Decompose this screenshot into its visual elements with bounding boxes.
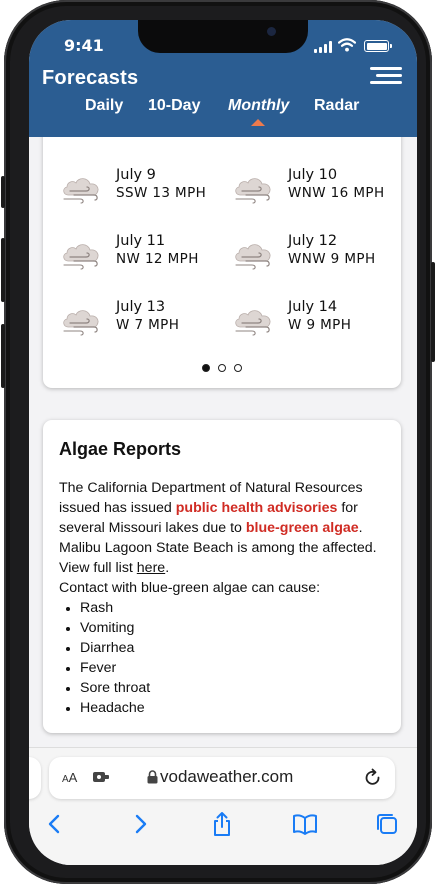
- back-arrow-icon[interactable]: [41, 810, 69, 838]
- windy-cloud-icon: [63, 310, 99, 336]
- text-size-small-a: A: [62, 774, 69, 785]
- address-bar[interactable]: AA vodaweather.com: [49, 757, 395, 799]
- carousel-pagination: [202, 364, 246, 374]
- algae-title: Algae Reports: [59, 439, 182, 459]
- forecast-day: July 13 W 7 MPH: [60, 299, 232, 343]
- forecast-date: July 9: [116, 167, 156, 183]
- text-size-large-a: A: [68, 770, 78, 785]
- forecast-wind: WNW 9 MPH: [288, 251, 376, 267]
- tabs-icon[interactable]: [373, 810, 401, 838]
- forecast-date: July 10: [288, 167, 338, 183]
- cellular-signal-icon: [314, 41, 332, 53]
- forecast-wind: W 9 MPH: [288, 317, 352, 333]
- forecast-wind: NW 12 MPH: [116, 251, 199, 267]
- wifi-icon: [338, 38, 356, 52]
- forecast-day: July 10 WNW 16 MPH: [232, 167, 404, 211]
- text-size-button[interactable]: AA: [62, 770, 77, 785]
- algae-reports-card: Algae Reports The California Department …: [43, 420, 401, 733]
- browser-toolbar: AA vodaweather.com: [29, 747, 417, 865]
- share-icon[interactable]: [208, 810, 236, 838]
- list-item: Vomiting: [59, 618, 389, 638]
- scroll-content[interactable]: July 9 SSW 13 MPH July 10 WNW 16 MPH Jul…: [29, 137, 417, 747]
- advisory-highlight: public health advisories: [175, 500, 338, 516]
- forecast-wind: SSW 13 MPH: [116, 185, 207, 201]
- status-time: 9:41: [64, 36, 104, 55]
- phone-screen: 9:41 Forecasts Daily 10-Day Monthly Rada…: [29, 20, 417, 865]
- front-camera: [267, 27, 276, 36]
- forecast-day: July 11 NW 12 MPH: [60, 233, 232, 277]
- list-item: Sore throat: [59, 678, 389, 698]
- algae-description: The California Department of Natural Res…: [59, 478, 389, 718]
- previous-tab-peek[interactable]: [29, 757, 41, 799]
- phone-frame: 9:41 Forecasts Daily 10-Day Monthly Rada…: [1, 0, 435, 884]
- battery-icon: [364, 40, 392, 52]
- full-list-link[interactable]: here: [137, 560, 165, 576]
- volume-down-button: [1, 324, 5, 388]
- forecast-date: July 11: [116, 233, 166, 249]
- symptoms-list: Rash Vomiting Diarrhea Fever Sore throat…: [59, 598, 389, 718]
- app-header: 9:41 Forecasts Daily 10-Day Monthly Rada…: [29, 20, 417, 137]
- windy-cloud-icon: [63, 178, 99, 204]
- forecast-tabs: Daily 10-Day Monthly Radar: [29, 97, 417, 121]
- reload-icon[interactable]: [363, 768, 383, 788]
- tab-10-day[interactable]: 10-Day: [148, 97, 200, 115]
- list-item: Diarrhea: [59, 638, 389, 658]
- list-item: Headache: [59, 698, 389, 718]
- algae-highlight: blue-green algae: [245, 520, 359, 536]
- forecast-wind: WNW 16 MPH: [288, 185, 385, 201]
- forecast-day: July 12 WNW 9 MPH: [232, 233, 404, 277]
- forward-arrow-icon[interactable]: [126, 810, 154, 838]
- power-button: [431, 262, 435, 362]
- page-title: Forecasts: [42, 67, 139, 89]
- symptoms-intro: Contact with blue-green algae can cause:: [59, 580, 321, 596]
- page-dot[interactable]: [234, 364, 242, 372]
- forecast-date: July 14: [288, 299, 338, 315]
- forecast-day: July 14 W 9 MPH: [232, 299, 404, 343]
- extension-icon[interactable]: [92, 770, 110, 784]
- lock-icon: [147, 770, 158, 784]
- tab-radar[interactable]: Radar: [314, 97, 359, 115]
- hamburger-menu-icon[interactable]: [370, 67, 402, 85]
- list-item: Rash: [59, 598, 389, 618]
- active-tab-indicator: [251, 119, 265, 126]
- page-dot-active[interactable]: [202, 364, 210, 372]
- list-item: Fever: [59, 658, 389, 678]
- tab-daily[interactable]: Daily: [85, 97, 123, 115]
- url-text[interactable]: vodaweather.com: [160, 767, 293, 787]
- forecast-date: July 12: [288, 233, 338, 249]
- wind-forecast-card: July 9 SSW 13 MPH July 10 WNW 16 MPH Jul…: [43, 137, 401, 388]
- bookmarks-icon[interactable]: [291, 810, 319, 838]
- dynamic-island: [138, 20, 308, 53]
- tab-monthly[interactable]: Monthly: [228, 97, 289, 115]
- windy-cloud-icon: [235, 178, 271, 204]
- forecast-day: July 9 SSW 13 MPH: [60, 167, 232, 211]
- algae-text: .: [165, 560, 170, 576]
- forecast-wind: W 7 MPH: [116, 317, 180, 333]
- windy-cloud-icon: [235, 244, 271, 270]
- windy-cloud-icon: [63, 244, 99, 270]
- forecast-date: July 13: [116, 299, 166, 315]
- volume-up-button: [1, 238, 5, 302]
- silent-switch: [1, 176, 5, 208]
- page-dot[interactable]: [218, 364, 226, 372]
- windy-cloud-icon: [235, 310, 271, 336]
